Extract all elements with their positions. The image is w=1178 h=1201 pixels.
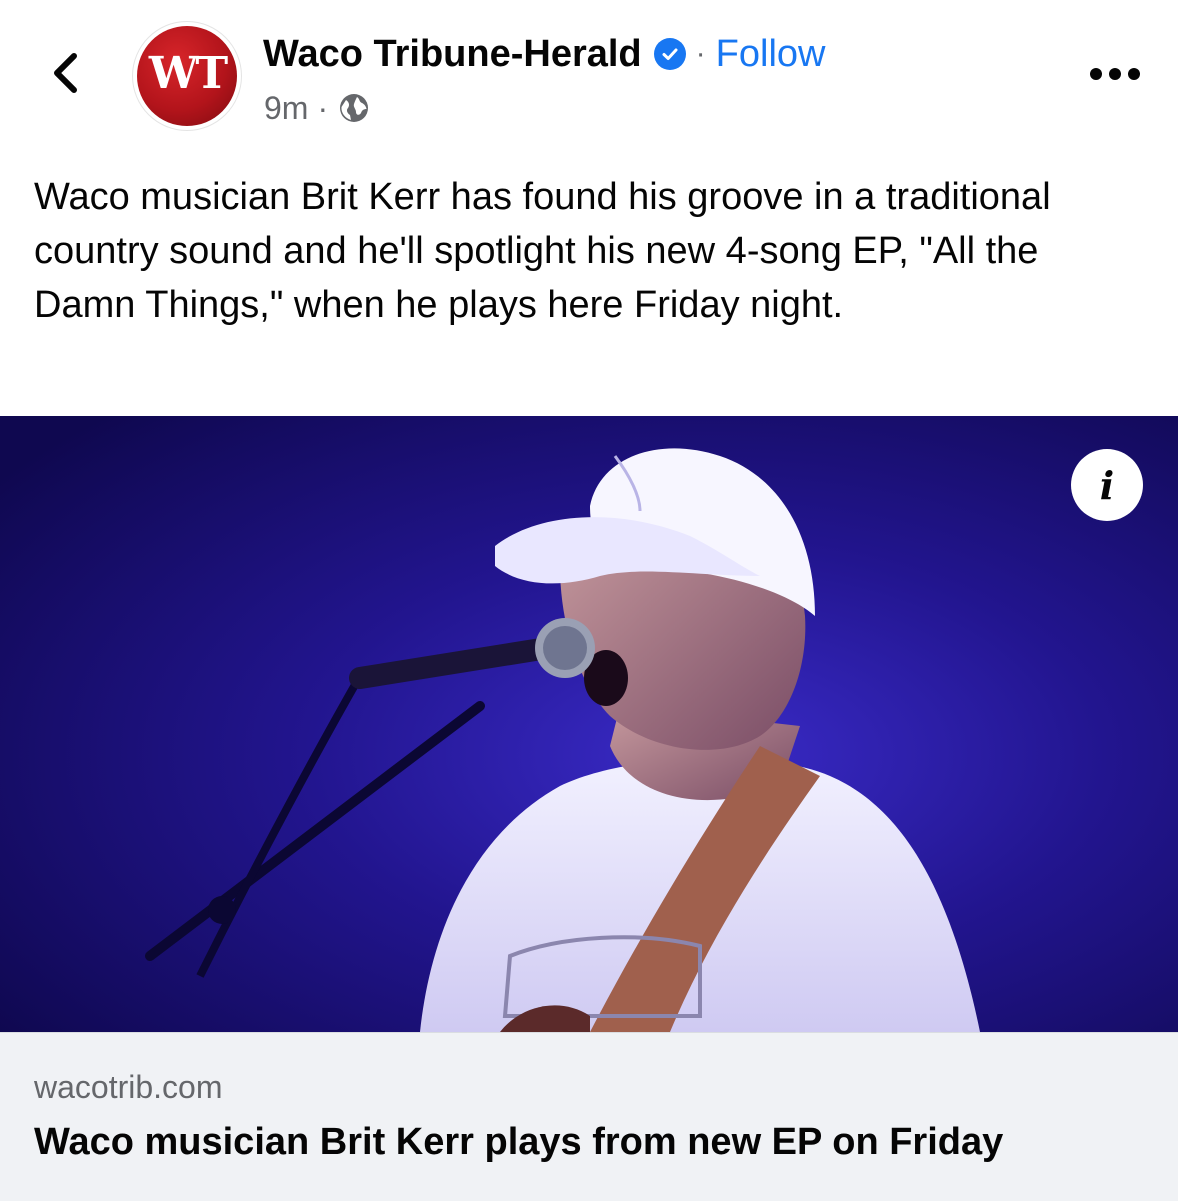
info-button[interactable]: i xyxy=(1071,449,1143,521)
back-button[interactable] xyxy=(40,48,90,98)
link-domain: wacotrib.com xyxy=(34,1069,223,1105)
page-avatar[interactable]: WT xyxy=(133,22,241,130)
post-caption: Waco musician Brit Kerr has found his gr… xyxy=(34,176,1051,326)
post-header: WT Waco Tribune-Herald · Follow 9m · xyxy=(0,0,1178,150)
separator-dot: · xyxy=(695,37,706,70)
avatar-logo-text: WT xyxy=(148,47,228,99)
post-meta: 9m · xyxy=(264,88,371,128)
chevron-left-icon xyxy=(54,53,77,93)
more-options-button[interactable] xyxy=(1080,52,1150,96)
post-photo[interactable] xyxy=(0,416,1178,1032)
link-title[interactable]: Waco musician Brit Kerr plays from new E… xyxy=(34,1121,1003,1164)
verified-badge-icon xyxy=(653,38,686,70)
meta-separator: · xyxy=(317,89,329,126)
globe-icon xyxy=(337,91,371,125)
post-time[interactable]: 9m xyxy=(264,90,308,127)
follow-button[interactable]: Follow xyxy=(716,33,826,76)
avatar-logo: WT xyxy=(137,26,237,126)
name-row: Waco Tribune-Herald · Follow xyxy=(263,30,825,78)
more-horizontal-icon xyxy=(1090,68,1140,80)
link-preview-card[interactable]: wacotrib.com Waco musician Brit Kerr pla… xyxy=(0,1032,1178,1201)
performer-photo xyxy=(0,416,1178,1032)
page-name-link[interactable]: Waco Tribune-Herald xyxy=(263,33,642,76)
